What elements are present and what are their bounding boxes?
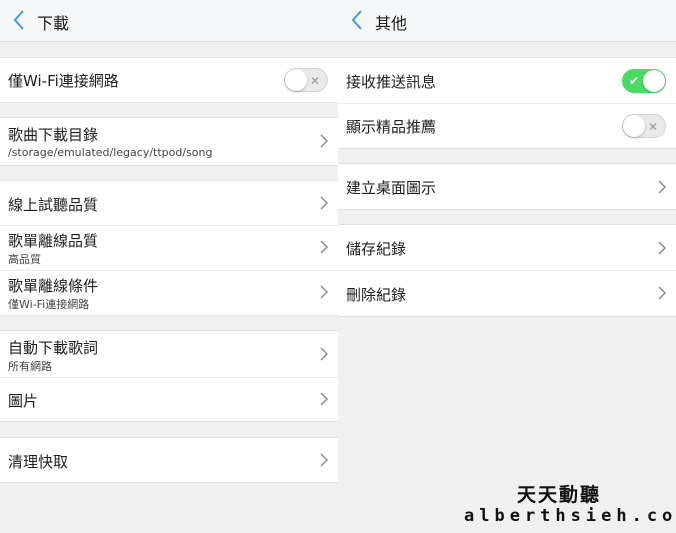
offline-quality-value: 高品質 bbox=[8, 253, 41, 266]
push-label: 接收推送訊息 bbox=[346, 73, 437, 91]
toggle-knob bbox=[623, 115, 645, 137]
chevron-right-icon bbox=[658, 241, 666, 255]
chevron-right-icon bbox=[320, 392, 328, 406]
download-settings-panel: 下載 僅Wi-Fi連接網路 ✕ 歌曲下載目錄 /storage/emulated… bbox=[0, 0, 338, 533]
save-log-row[interactable]: 儲存紀錄 bbox=[338, 225, 676, 270]
network-group: 僅Wi-Fi連接網路 ✕ bbox=[0, 57, 338, 103]
online-quality-label: 線上試聽品質 bbox=[8, 196, 99, 214]
shortcut-group: 建立桌面圖示 bbox=[338, 163, 676, 210]
quality-group: 線上試聽品質 歌單離線品質 高品質 歌單離線條件 僅Wi-Fi連接網路 bbox=[0, 180, 338, 316]
delete-log-row[interactable]: 刪除紀錄 bbox=[338, 270, 676, 316]
save-log-label: 儲存紀錄 bbox=[346, 240, 407, 258]
wifi-only-toggle[interactable]: ✕ bbox=[284, 68, 328, 92]
chevron-right-icon bbox=[320, 347, 328, 361]
log-group: 儲存紀錄 刪除紀錄 bbox=[338, 224, 676, 317]
wifi-only-row[interactable]: 僅Wi-Fi連接網路 ✕ bbox=[0, 58, 338, 102]
download-dir-label: 歌曲下載目錄 bbox=[8, 126, 99, 144]
offline-quality-label: 歌單離線品質 bbox=[8, 232, 99, 250]
auto-lyrics-row[interactable]: 自動下載歌詞 所有網路 bbox=[0, 331, 338, 377]
chevron-right-icon bbox=[658, 286, 666, 300]
clear-cache-label: 清理快取 bbox=[8, 453, 69, 471]
watermark-title: 天天動聽 bbox=[517, 484, 602, 506]
chevron-right-icon bbox=[320, 240, 328, 254]
close-icon: ✕ bbox=[309, 74, 320, 88]
check-icon: ✔ bbox=[629, 74, 640, 88]
pictures-label: 圖片 bbox=[8, 392, 39, 410]
download-header: 下載 bbox=[0, 0, 338, 42]
other-header: 其他 bbox=[338, 0, 676, 42]
shortcut-row[interactable]: 建立桌面圖示 bbox=[338, 164, 676, 209]
push-toggle[interactable]: ✔ bbox=[622, 69, 666, 93]
lyrics-group: 自動下載歌詞 所有網路 圖片 bbox=[0, 330, 338, 422]
chevron-right-icon bbox=[658, 180, 666, 194]
directory-group: 歌曲下載目錄 /storage/emulated/legacy/ttpod/so… bbox=[0, 117, 338, 166]
offline-condition-value: 僅Wi-Fi連接網路 bbox=[8, 298, 90, 311]
shortcut-label: 建立桌面圖示 bbox=[346, 179, 437, 197]
download-dir-path: /storage/emulated/legacy/ttpod/song bbox=[8, 146, 213, 159]
back-arrow-icon[interactable] bbox=[12, 9, 26, 31]
cache-group: 清理快取 bbox=[0, 437, 338, 483]
chevron-right-icon bbox=[320, 453, 328, 467]
online-quality-row[interactable]: 線上試聽品質 bbox=[0, 181, 338, 225]
push-row[interactable]: 接收推送訊息 ✔ bbox=[338, 58, 676, 103]
recommend-label: 顯示精品推薦 bbox=[346, 118, 437, 136]
pictures-row[interactable]: 圖片 bbox=[0, 377, 338, 421]
delete-log-label: 刪除紀錄 bbox=[346, 286, 407, 304]
close-icon: ✕ bbox=[647, 120, 658, 134]
chevron-right-icon bbox=[320, 134, 328, 148]
toggle-knob bbox=[643, 70, 665, 92]
offline-condition-label: 歌單離線條件 bbox=[8, 277, 99, 295]
chevron-right-icon bbox=[320, 196, 328, 210]
chevron-right-icon bbox=[320, 285, 328, 299]
other-settings-panel: 其他 接收推送訊息 ✔ 顯示精品推薦 ✕ 建立桌面圖示 儲存紀錄 刪除紀錄 bbox=[338, 0, 676, 533]
notification-group: 接收推送訊息 ✔ 顯示精品推薦 ✕ bbox=[338, 57, 676, 149]
page-title: 下載 bbox=[37, 14, 70, 33]
toggle-knob bbox=[285, 69, 307, 91]
offline-condition-row[interactable]: 歌單離線條件 僅Wi-Fi連接網路 bbox=[0, 270, 338, 315]
auto-lyrics-value: 所有網路 bbox=[8, 360, 52, 373]
download-dir-row[interactable]: 歌曲下載目錄 /storage/emulated/legacy/ttpod/so… bbox=[0, 118, 338, 165]
back-arrow-icon[interactable] bbox=[350, 9, 364, 31]
watermark-url: alberthsieh.com bbox=[464, 506, 676, 526]
wifi-only-label: 僅Wi-Fi連接網路 bbox=[8, 72, 119, 90]
recommend-toggle[interactable]: ✕ bbox=[622, 114, 666, 138]
offline-quality-row[interactable]: 歌單離線品質 高品質 bbox=[0, 225, 338, 270]
auto-lyrics-label: 自動下載歌詞 bbox=[8, 339, 99, 357]
recommend-row[interactable]: 顯示精品推薦 ✕ bbox=[338, 103, 676, 148]
clear-cache-row[interactable]: 清理快取 bbox=[0, 438, 338, 482]
page-title: 其他 bbox=[375, 14, 408, 33]
